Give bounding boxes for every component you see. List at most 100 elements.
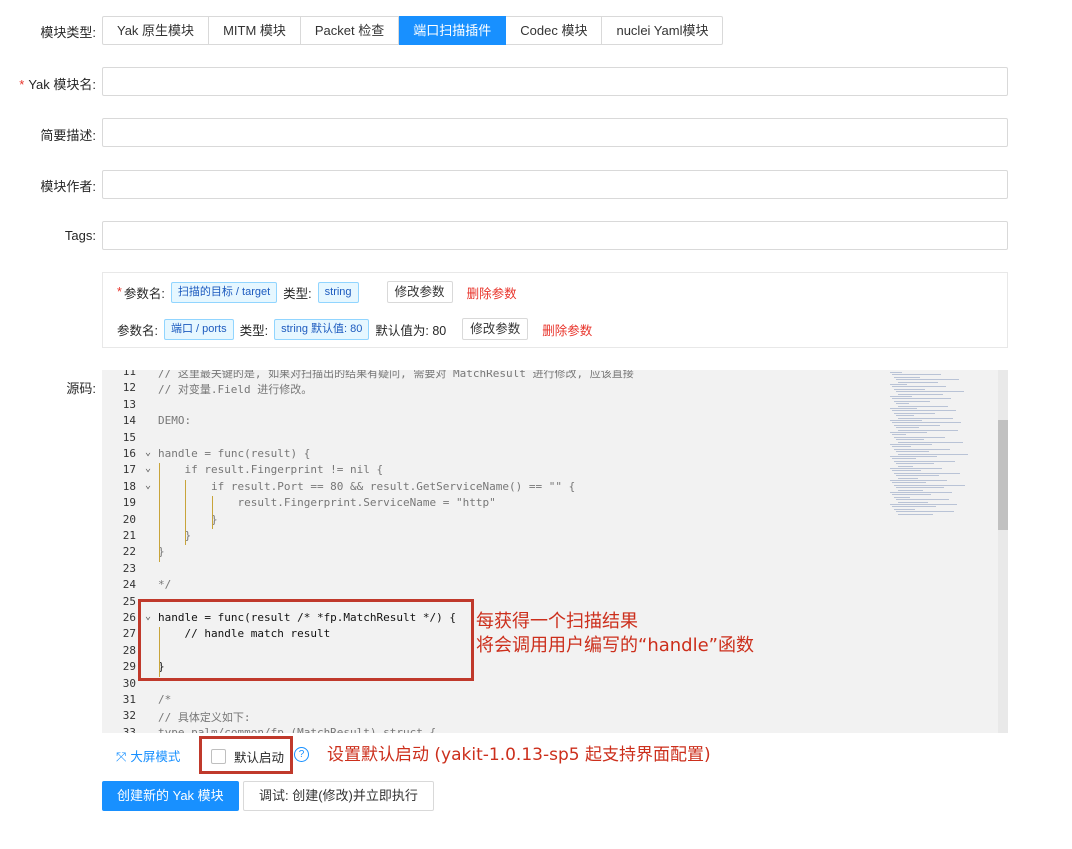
line-number: 23 <box>122 561 136 575</box>
code-line: DEMO: <box>158 414 192 428</box>
fullscreen-label: 大屏模式 <box>130 750 181 764</box>
line-number: 14 <box>122 414 136 428</box>
param-type-tag: string <box>317 281 359 303</box>
minimap-line <box>896 427 919 429</box>
scrollbar-thumb[interactable] <box>998 420 1008 530</box>
default-start-checkbox[interactable]: 默认启动 <box>211 747 284 766</box>
code-line: /* <box>158 693 172 706</box>
module-type-selector: Yak 原生模块 MITM 模块 Packet 检查 端口扫描插件 Codec 模块 nu… <box>102 16 724 45</box>
param-name-tag: 扫描的目标 / target <box>170 281 278 303</box>
line-number: 33 <box>122 725 136 733</box>
modify-param-button[interactable]: 修改参数 <box>386 281 453 303</box>
minimap-line <box>892 470 921 472</box>
minimap-line <box>892 398 951 400</box>
fold-chevron-icon[interactable]: ⌄ <box>145 463 151 474</box>
minimap-line <box>896 511 954 513</box>
minimap-line <box>894 424 940 426</box>
param-row-target: * 参数名: 扫描的目标 / target 类型: string 修改参数 删除… <box>117 281 517 303</box>
minimap-line <box>894 508 915 510</box>
line-number: 19 <box>122 496 136 510</box>
param-name-tag: 端口 / ports <box>163 318 234 340</box>
required-mark: * <box>117 285 122 299</box>
checkbox-label: 默认启动 <box>234 751 285 765</box>
help-icon[interactable]: ? <box>294 747 309 762</box>
module-type-option[interactable]: nuclei Yaml模块 <box>602 16 724 45</box>
line-number: 11 <box>122 370 136 378</box>
minimap-line <box>894 400 930 402</box>
tags-input[interactable] <box>102 221 1008 250</box>
author-input[interactable] <box>102 170 1008 199</box>
minimap-line <box>896 439 924 441</box>
line-number: 17 <box>122 463 136 477</box>
line-number: 28 <box>122 643 136 657</box>
minimap-line <box>896 451 929 453</box>
line-number: 24 <box>122 578 136 592</box>
fold-chevron-icon[interactable]: ⌄ <box>145 480 151 491</box>
minimap-line <box>898 381 938 383</box>
module-type-option[interactable]: Codec 模块 <box>506 16 603 45</box>
handle-annotation-line2: 将会调用用户编写的“handle”函数 <box>476 635 754 656</box>
indent-guide <box>185 479 186 546</box>
module-type-option[interactable]: MITM 模块 <box>209 16 301 45</box>
line-number: 32 <box>122 709 136 723</box>
line-number: 20 <box>122 512 136 526</box>
expand-icon: ⤧ <box>116 749 127 764</box>
default-start-annotation: 设置默认启动 (yakit-1.0.13-sp5 起支持界面配置) <box>327 745 711 765</box>
source-label: 源码: <box>66 381 96 396</box>
minimap-line <box>894 460 955 462</box>
fold-chevron-icon[interactable]: ⌄ <box>145 447 151 458</box>
required-mark: * <box>19 77 25 92</box>
minimap-line <box>898 465 913 467</box>
minimap-line <box>898 477 918 479</box>
delete-param-link[interactable]: 删除参数 <box>467 283 517 302</box>
minimap-line <box>898 441 963 443</box>
minimap-line <box>890 384 907 385</box>
module-name-input[interactable] <box>102 67 1008 96</box>
module-type-option[interactable]: Yak 原生模块 <box>102 16 210 45</box>
checkbox-box[interactable] <box>211 749 226 764</box>
minimap-line <box>896 391 964 393</box>
description-label: 简要描述: <box>40 128 96 143</box>
indent-guide <box>212 496 213 529</box>
minimap-line <box>896 487 944 489</box>
line-number: 22 <box>122 545 136 559</box>
minimap-line <box>898 429 958 431</box>
indent-guide <box>159 463 160 562</box>
fullscreen-toggle[interactable]: ⤧ 大屏模式 <box>116 746 180 765</box>
minimap-line <box>890 420 922 421</box>
module-type-option[interactable]: Packet 检查 <box>300 16 400 45</box>
description-input[interactable] <box>102 118 1008 147</box>
create-module-button[interactable]: 创建新的 Yak 模块 <box>102 781 239 811</box>
minimap-line <box>892 494 931 496</box>
modify-param-button[interactable]: 修改参数 <box>462 318 529 340</box>
minimap-line <box>892 386 946 388</box>
line-number: 13 <box>122 397 136 411</box>
code-minimap[interactable] <box>888 370 998 530</box>
minimap-line <box>890 444 932 445</box>
code-line: if result.Port == 80 && result.GetServic… <box>158 479 576 493</box>
editor-scrollbar[interactable] <box>998 370 1008 733</box>
module-name-label: * Yak 模块名: <box>0 74 96 93</box>
debug-execute-button[interactable]: 调试: 创建(修改)并立即执行 <box>243 781 434 811</box>
minimap-line <box>890 432 927 433</box>
minimap-line <box>890 492 952 493</box>
line-number: 18 <box>122 479 136 493</box>
minimap-line <box>892 410 956 412</box>
minimap-line <box>890 396 912 397</box>
minimap-line <box>898 501 928 503</box>
param-row-ports: 参数名: 端口 / ports 类型: string 默认值: 80 默认值为:… <box>117 318 592 340</box>
minimap-line <box>894 412 935 414</box>
minimap-line <box>896 415 914 417</box>
param-default-text: 默认值为: 80 <box>375 323 447 338</box>
code-line: type palm/common/fp.(MatchResult) struct… <box>158 725 437 733</box>
minimap-line <box>894 388 925 390</box>
line-number: 25 <box>122 594 136 608</box>
line-number: 12 <box>122 381 136 395</box>
module-type-option[interactable]: 端口扫描插件 <box>399 16 507 45</box>
minimap-line <box>890 504 957 505</box>
minimap-line <box>890 468 942 469</box>
params-panel: * 参数名: 扫描的目标 / target 类型: string 修改参数 删除… <box>102 272 1008 348</box>
minimap-line <box>890 408 917 409</box>
delete-param-link[interactable]: 删除参数 <box>542 320 592 339</box>
minimap-line <box>892 422 961 424</box>
